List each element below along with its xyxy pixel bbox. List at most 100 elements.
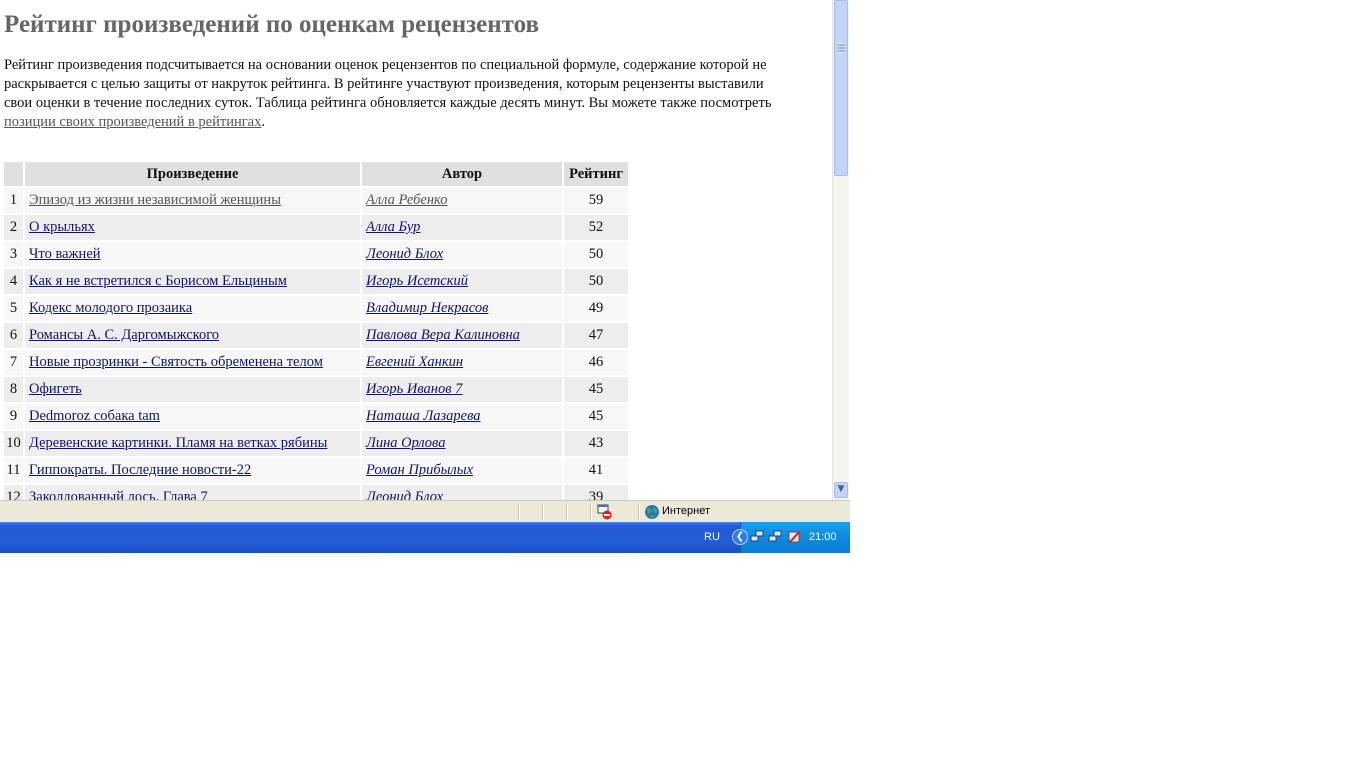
author-link[interactable]: Павлова Вера Калиновна (366, 327, 520, 343)
work-link[interactable]: Гиппократы. Последние новости-22 (29, 462, 251, 478)
row-work-cell: Гиппократы. Последние новости-22 (25, 458, 360, 483)
row-rating: 59 (564, 188, 628, 213)
row-num: 6 (4, 323, 23, 348)
work-link[interactable]: Деревенские картинки. Пламя на ветках ря… (29, 435, 327, 451)
table-row: 9 Dedmoroz собака tam Наташа Лазарева 45 (4, 404, 628, 429)
author-link[interactable]: Лина Орлова (366, 435, 446, 451)
header-work: Произведение (25, 162, 360, 186)
status-bar: Интернет (0, 500, 850, 522)
network-icon[interactable] (750, 530, 765, 544)
table-row: 5 Кодекс молодого прозаика Владимир Некр… (4, 296, 628, 321)
header-num (4, 162, 23, 186)
table-row: 1 Эпизод из жизни независимой женщины Ал… (4, 188, 628, 213)
row-num: 5 (4, 296, 23, 321)
status-separator (590, 504, 592, 520)
row-rating: 50 (564, 269, 628, 294)
row-num: 8 (4, 377, 23, 402)
row-num: 12 (4, 485, 23, 500)
row-work-cell: О крыльях (25, 215, 360, 240)
row-author-cell: Лина Орлова (362, 431, 562, 456)
page-content: Рейтинг произведений по оценкам рецензен… (4, 0, 804, 132)
row-rating: 52 (564, 215, 628, 240)
table-row: 2 О крыльях Алла Бур 52 (4, 215, 628, 240)
popup-blocked-icon[interactable] (596, 504, 612, 520)
network-icon[interactable] (768, 530, 783, 544)
status-separator (566, 504, 568, 520)
language-indicator[interactable]: RU (704, 531, 720, 543)
author-link[interactable]: Алла Ребенко (366, 192, 448, 208)
header-author: Автор (362, 162, 562, 186)
work-link[interactable]: Что важней (29, 246, 101, 262)
row-num: 2 (4, 215, 23, 240)
status-separator (638, 504, 640, 520)
taskbar: RU ❮ 21:00 (0, 522, 850, 553)
row-work-cell: Новые прозринки - Святость обременена те… (25, 350, 360, 375)
row-rating: 50 (564, 242, 628, 267)
row-rating: 45 (564, 377, 628, 402)
author-link[interactable]: Евгений Ханкин (366, 354, 463, 370)
globe-icon (645, 505, 659, 519)
scrollbar-thumb[interactable] (834, 0, 848, 176)
row-rating: 43 (564, 431, 628, 456)
row-author-cell: Евгений Ханкин (362, 350, 562, 375)
safely-remove-hardware-icon[interactable] (787, 530, 802, 544)
table-row: 3 Что важней Леонид Блох 50 (4, 242, 628, 267)
author-link[interactable]: Игорь Иванов 7 (366, 381, 462, 397)
author-link[interactable]: Леонид Блох (366, 489, 443, 500)
intro-paragraph: Рейтинг произведения подсчитывается на о… (4, 56, 794, 132)
author-link[interactable]: Алла Бур (366, 219, 420, 235)
row-num: 1 (4, 188, 23, 213)
table-row: 4 Как я не встретился с Борисом Ельциным… (4, 269, 628, 294)
work-link[interactable]: Dedmoroz собака tam (29, 408, 160, 424)
table-row: 11 Гиппократы. Последние новости-22 Рома… (4, 458, 628, 483)
author-link[interactable]: Наташа Лазарева (366, 408, 481, 424)
work-link[interactable]: Кодекс молодого прозаика (29, 300, 192, 316)
row-num: 10 (4, 431, 23, 456)
table-row: 6 Романсы А. С. Даргомыжского Павлова Ве… (4, 323, 628, 348)
row-author-cell: Павлова Вера Калиновна (362, 323, 562, 348)
row-rating: 41 (564, 458, 628, 483)
intro-end: . (261, 114, 265, 130)
author-link[interactable]: Леонид Блох (366, 246, 443, 262)
author-link[interactable]: Роман Прибылых (366, 462, 473, 478)
work-link[interactable]: Эпизод из жизни независимой женщины (29, 192, 281, 208)
system-tray: ❮ 21:00 (732, 522, 850, 553)
clock[interactable]: 21:00 (809, 531, 837, 543)
author-link[interactable]: Владимир Некрасов (366, 300, 488, 316)
page-title: Рейтинг произведений по оценкам рецензен… (4, 11, 540, 38)
chevron-left-icon[interactable]: ❮ (732, 529, 748, 545)
status-separator (518, 504, 520, 520)
row-rating: 45 (564, 404, 628, 429)
row-rating: 47 (564, 323, 628, 348)
rating-table: Произведение Автор Рейтинг 1 Эпизод из ж… (2, 160, 630, 500)
row-num: 9 (4, 404, 23, 429)
positions-link[interactable]: позиции своих произведений в рейтингах (4, 114, 261, 130)
row-author-cell: Роман Прибылых (362, 458, 562, 483)
row-work-cell: Заколдованный лось. Глава 7 (25, 485, 360, 500)
work-link[interactable]: Романсы А. С. Даргомыжского (29, 327, 219, 343)
table-row: 7 Новые прозринки - Святость обременена … (4, 350, 628, 375)
row-rating: 39 (564, 485, 628, 500)
thumb-grip (838, 43, 845, 53)
row-work-cell: Что важней (25, 242, 360, 267)
intro-text: Рейтинг произведения подсчитывается на о… (4, 57, 772, 111)
vertical-scrollbar[interactable]: ▼ (832, 0, 849, 500)
work-link[interactable]: Новые прозринки - Святость обременена те… (29, 354, 323, 370)
work-link[interactable]: Офигеть (29, 381, 82, 397)
row-num: 7 (4, 350, 23, 375)
table-row: 10 Деревенские картинки. Пламя на ветках… (4, 431, 628, 456)
work-link[interactable]: Как я не встретился с Борисом Ельциным (29, 273, 287, 289)
table-row: 8 Офигеть Игорь Иванов 7 45 (4, 377, 628, 402)
row-work-cell: Dedmoroz собака tam (25, 404, 360, 429)
row-author-cell: Владимир Некрасов (362, 296, 562, 321)
row-work-cell: Как я не встретился с Борисом Ельциным (25, 269, 360, 294)
row-work-cell: Офигеть (25, 377, 360, 402)
work-link[interactable]: Заколдованный лось. Глава 7 (29, 489, 208, 500)
author-link[interactable]: Игорь Исетский (366, 273, 468, 289)
browser-viewport: Рейтинг произведений по оценкам рецензен… (0, 0, 832, 500)
row-num: 11 (4, 458, 23, 483)
chevron-down-icon: ▼ (837, 484, 845, 494)
row-author-cell: Алла Бур (362, 215, 562, 240)
work-link[interactable]: О крыльях (29, 219, 95, 235)
scroll-down-button[interactable]: ▼ (834, 482, 848, 498)
